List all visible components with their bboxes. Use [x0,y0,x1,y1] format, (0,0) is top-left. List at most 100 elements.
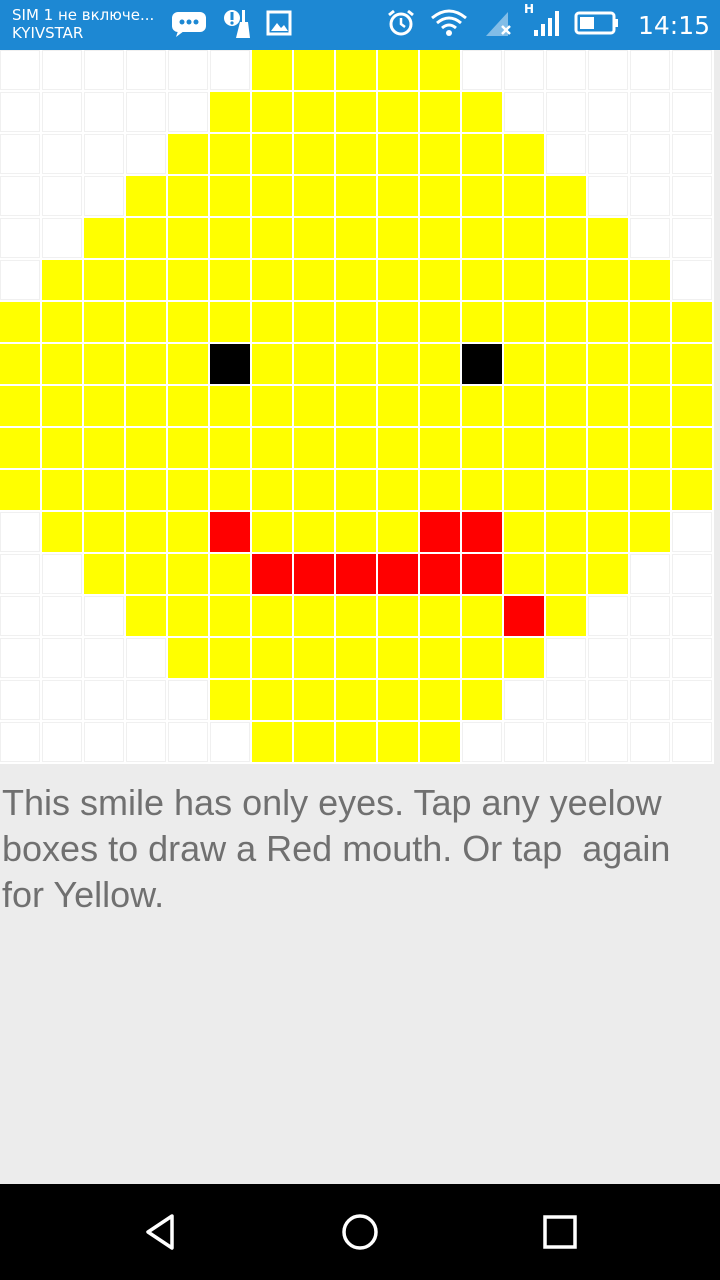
yellow-cell[interactable] [630,428,670,468]
yellow-cell[interactable] [294,260,334,300]
empty-cell[interactable] [546,50,586,90]
empty-cell[interactable] [0,512,40,552]
empty-cell[interactable] [0,554,40,594]
yellow-cell[interactable] [462,134,502,174]
empty-cell[interactable] [630,680,670,720]
yellow-cell[interactable] [336,596,376,636]
empty-cell[interactable] [84,92,124,132]
yellow-cell[interactable] [336,260,376,300]
yellow-cell[interactable] [546,176,586,216]
empty-cell[interactable] [42,680,82,720]
empty-cell[interactable] [546,134,586,174]
yellow-cell[interactable] [420,638,460,678]
yellow-cell[interactable] [378,218,418,258]
empty-cell[interactable] [630,92,670,132]
empty-cell[interactable] [504,680,544,720]
yellow-cell[interactable] [126,176,166,216]
yellow-cell[interactable] [168,218,208,258]
yellow-cell[interactable] [210,470,250,510]
yellow-cell[interactable] [84,218,124,258]
yellow-cell[interactable] [210,386,250,426]
yellow-cell[interactable] [210,176,250,216]
yellow-cell[interactable] [294,470,334,510]
empty-cell[interactable] [0,176,40,216]
yellow-cell[interactable] [504,218,544,258]
red-cell[interactable] [462,554,502,594]
yellow-cell[interactable] [126,260,166,300]
empty-cell[interactable] [210,722,250,762]
yellow-cell[interactable] [126,554,166,594]
empty-cell[interactable] [672,50,712,90]
eye-cell[interactable] [462,344,502,384]
yellow-cell[interactable] [504,260,544,300]
yellow-cell[interactable] [378,680,418,720]
yellow-cell[interactable] [252,512,292,552]
yellow-cell[interactable] [252,50,292,90]
red-cell[interactable] [252,554,292,594]
yellow-cell[interactable] [294,680,334,720]
yellow-cell[interactable] [0,470,40,510]
yellow-cell[interactable] [84,344,124,384]
yellow-cell[interactable] [462,218,502,258]
empty-cell[interactable] [168,680,208,720]
yellow-cell[interactable] [252,722,292,762]
empty-cell[interactable] [126,134,166,174]
empty-cell[interactable] [630,50,670,90]
empty-cell[interactable] [588,50,628,90]
yellow-cell[interactable] [0,428,40,468]
yellow-cell[interactable] [168,596,208,636]
yellow-cell[interactable] [630,470,670,510]
empty-cell[interactable] [672,722,712,762]
yellow-cell[interactable] [336,176,376,216]
yellow-cell[interactable] [84,302,124,342]
yellow-cell[interactable] [504,344,544,384]
yellow-cell[interactable] [84,554,124,594]
yellow-cell[interactable] [630,302,670,342]
empty-cell[interactable] [630,596,670,636]
empty-cell[interactable] [0,596,40,636]
yellow-cell[interactable] [420,176,460,216]
empty-cell[interactable] [630,134,670,174]
yellow-cell[interactable] [252,218,292,258]
yellow-cell[interactable] [168,386,208,426]
yellow-cell[interactable] [42,344,82,384]
empty-cell[interactable] [0,218,40,258]
empty-cell[interactable] [546,638,586,678]
yellow-cell[interactable] [126,512,166,552]
empty-cell[interactable] [84,722,124,762]
red-cell[interactable] [294,554,334,594]
yellow-cell[interactable] [294,134,334,174]
yellow-cell[interactable] [252,176,292,216]
empty-cell[interactable] [630,722,670,762]
yellow-cell[interactable] [378,176,418,216]
empty-cell[interactable] [84,638,124,678]
yellow-cell[interactable] [84,512,124,552]
yellow-cell[interactable] [378,92,418,132]
yellow-cell[interactable] [84,386,124,426]
red-cell[interactable] [462,512,502,552]
yellow-cell[interactable] [504,302,544,342]
yellow-cell[interactable] [672,386,712,426]
empty-cell[interactable] [0,92,40,132]
yellow-cell[interactable] [294,596,334,636]
home-button[interactable] [340,1212,380,1252]
yellow-cell[interactable] [588,386,628,426]
yellow-cell[interactable] [462,302,502,342]
empty-cell[interactable] [0,50,40,90]
yellow-cell[interactable] [168,638,208,678]
empty-cell[interactable] [126,92,166,132]
yellow-cell[interactable] [462,92,502,132]
yellow-cell[interactable] [378,134,418,174]
empty-cell[interactable] [0,680,40,720]
yellow-cell[interactable] [168,176,208,216]
yellow-cell[interactable] [336,680,376,720]
yellow-cell[interactable] [210,554,250,594]
empty-cell[interactable] [672,554,712,594]
yellow-cell[interactable] [462,428,502,468]
red-cell[interactable] [210,512,250,552]
yellow-cell[interactable] [42,428,82,468]
empty-cell[interactable] [0,638,40,678]
yellow-cell[interactable] [42,470,82,510]
yellow-cell[interactable] [252,428,292,468]
empty-cell[interactable] [546,722,586,762]
